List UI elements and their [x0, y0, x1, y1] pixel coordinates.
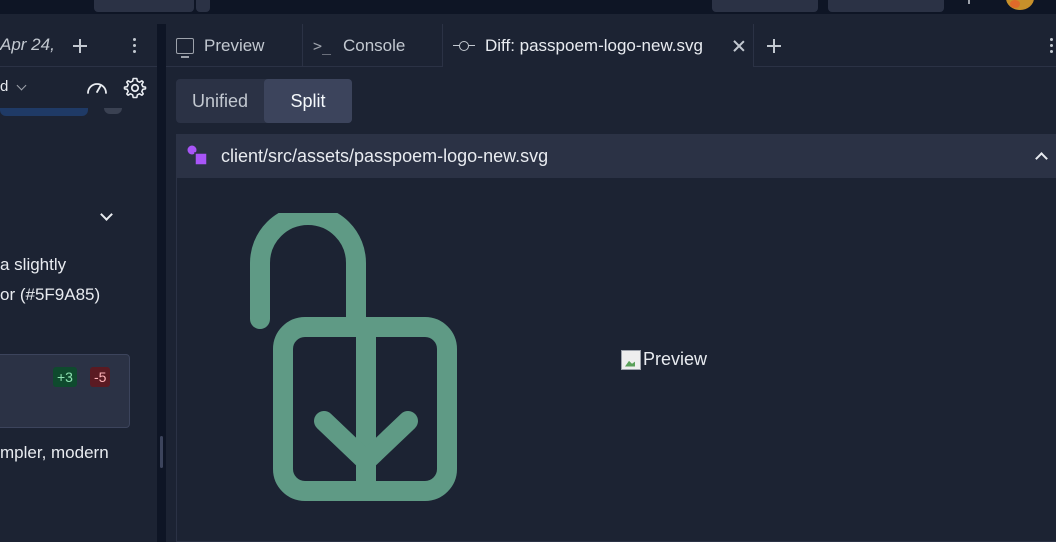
tab-console[interactable]: >_ Console — [303, 24, 443, 67]
broken-image-icon — [621, 349, 641, 370]
add-tab-button[interactable] — [764, 36, 784, 56]
more-options-icon[interactable] — [1050, 38, 1054, 54]
avatar-fragment — [104, 108, 122, 114]
left-sidebar: Apr 24, d a slightly or (#5F9A85) +3 -5 … — [0, 24, 157, 542]
svg-file-icon — [187, 145, 208, 166]
close-icon[interactable] — [733, 40, 745, 52]
commit-icon — [453, 40, 475, 52]
split-mode-button[interactable]: Split — [264, 79, 352, 123]
message-text: a slightly — [0, 255, 67, 274]
avatar-badge — [1010, 0, 1020, 8]
tab-preview[interactable]: Preview — [166, 24, 303, 67]
top-bar-pill[interactable] — [196, 0, 210, 12]
add-tab-button[interactable] — [70, 36, 90, 56]
top-bar-pill[interactable] — [94, 0, 194, 12]
date-tab[interactable]: Apr 24, — [0, 35, 55, 55]
progress-streak — [0, 108, 88, 116]
more-options-icon[interactable] — [133, 38, 137, 54]
tab-label: Preview — [204, 35, 265, 55]
diff-pane: Preview >_ Console Diff: passpoem-logo-n… — [166, 24, 1056, 542]
top-bar-pill[interactable] — [712, 0, 818, 12]
file-diff-header[interactable]: client/src/assets/passpoem-logo-new.svg — [177, 135, 1056, 178]
chevron-up-icon[interactable] — [1035, 152, 1048, 165]
file-diff-panel: client/src/assets/passpoem-logo-new.svg … — [176, 134, 1056, 542]
chevron-down-icon[interactable] — [100, 208, 113, 221]
top-bar — [0, 0, 1056, 14]
top-bar-pill[interactable] — [828, 0, 944, 12]
diff-mode-toggle: Unified Split — [176, 79, 352, 123]
left-tab-bar: Apr 24, — [0, 24, 157, 67]
lines-added-badge: +3 — [53, 367, 77, 387]
monitor-icon — [176, 37, 194, 58]
unified-mode-button[interactable]: Unified — [176, 79, 264, 123]
message-text: mpler, modern — [0, 443, 109, 462]
tab-label: Console — [343, 35, 406, 55]
tab-bar: Preview >_ Console Diff: passpoem-logo-n… — [166, 24, 1056, 67]
gear-icon[interactable] — [123, 76, 147, 100]
lines-removed-badge: -5 — [90, 367, 111, 387]
chevron-down-icon[interactable] — [16, 80, 27, 91]
mode-selector-label[interactable]: d — [0, 78, 8, 95]
top-bar-glyph — [968, 0, 974, 4]
gauge-icon[interactable] — [85, 77, 109, 97]
message-text: or (#5F9A85) — [0, 285, 101, 304]
image-alt-text: Preview — [643, 349, 708, 369]
file-change-card[interactable]: +3 -5 — [0, 354, 130, 428]
console-icon: >_ — [313, 36, 332, 55]
new-image-preview: Preview — [621, 349, 707, 370]
tab-diff[interactable]: Diff: passpoem-logo-new.svg — [443, 24, 754, 67]
tab-label: Diff: passpoem-logo-new.svg — [485, 35, 703, 55]
splitter-handle[interactable] — [160, 436, 163, 468]
file-path: client/src/assets/passpoem-logo-new.svg — [221, 146, 549, 166]
old-image-preview — [250, 213, 457, 501]
